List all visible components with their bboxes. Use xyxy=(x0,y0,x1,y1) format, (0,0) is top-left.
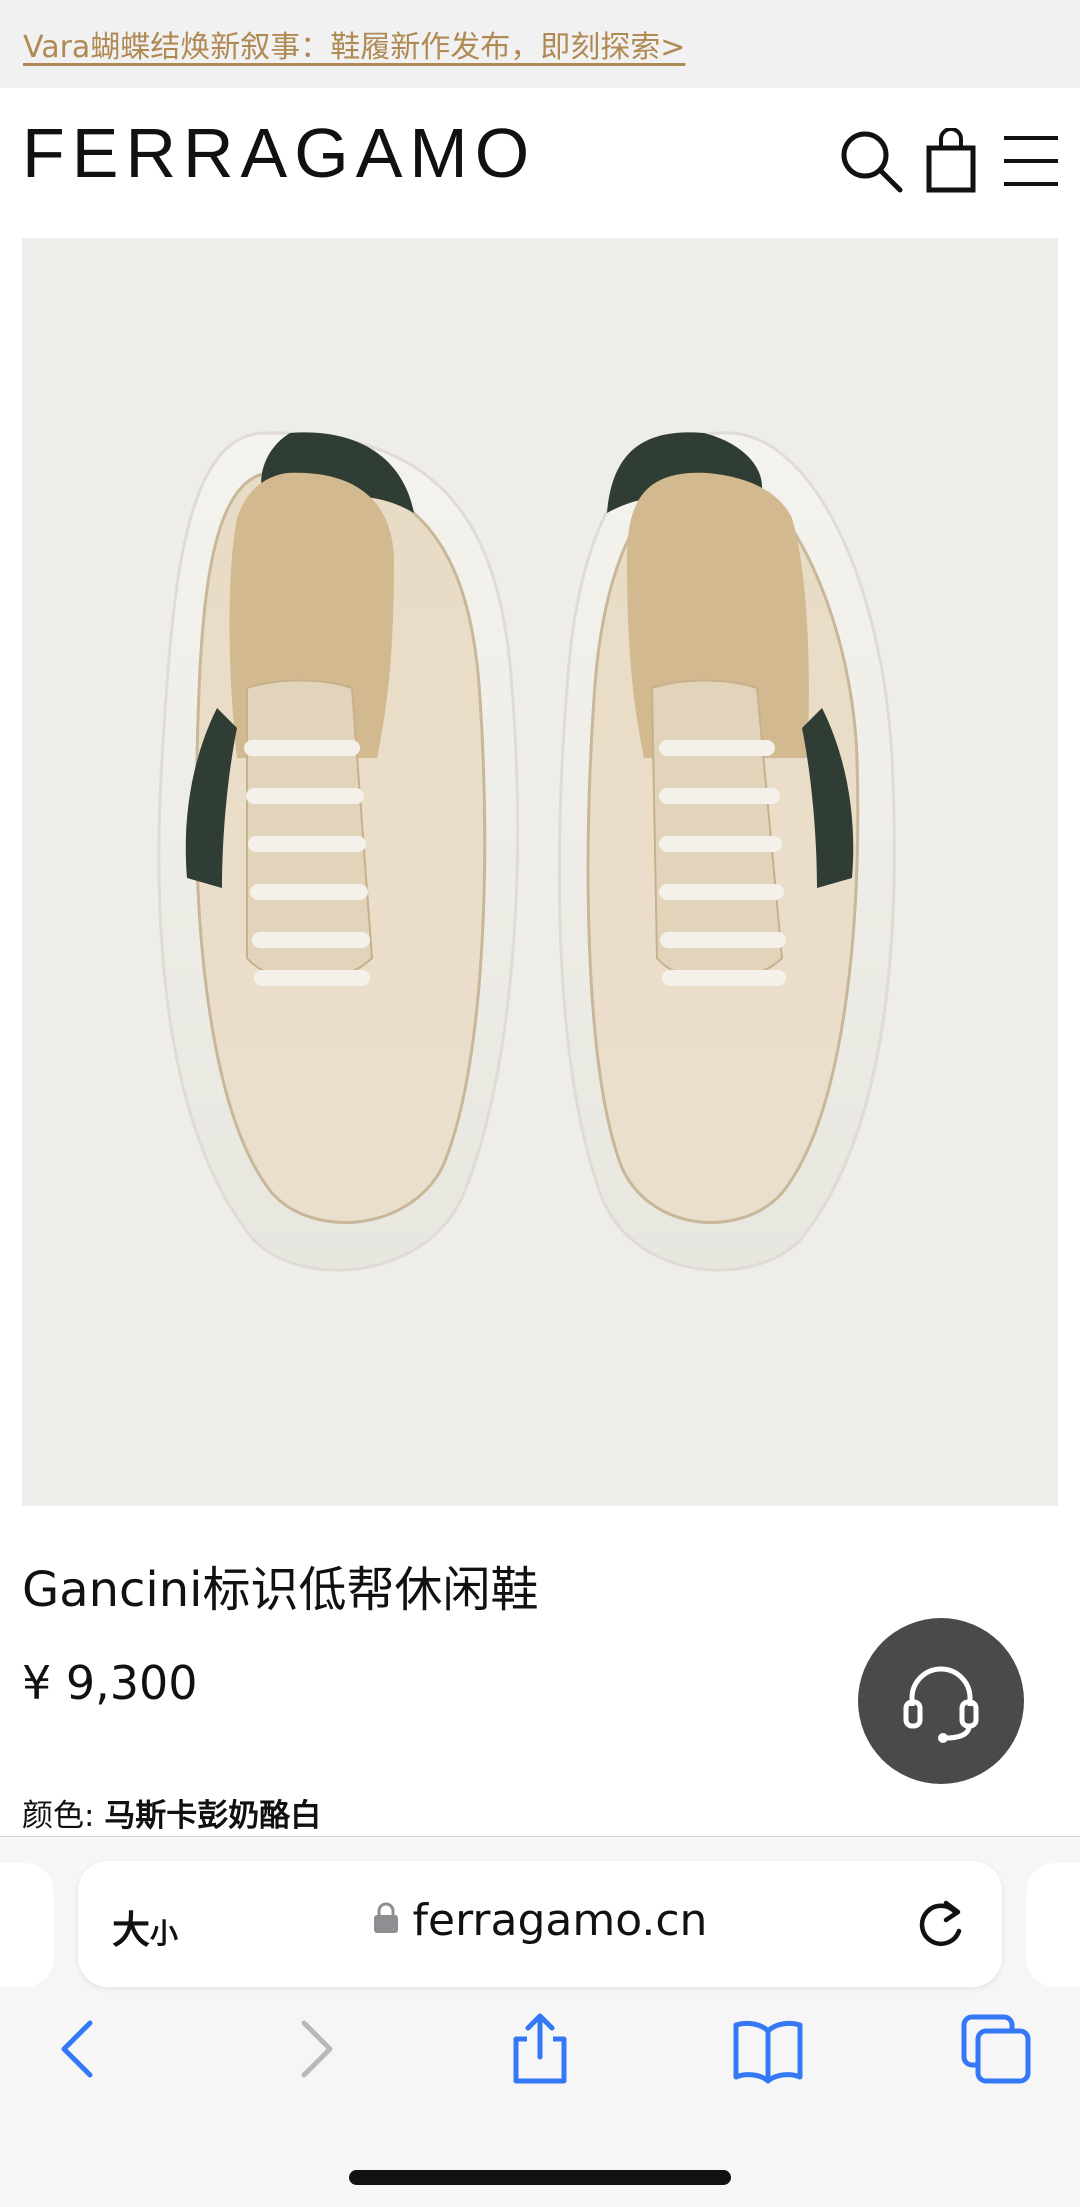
product-image-gallery[interactable] xyxy=(22,238,1058,1506)
shoe-pair-image xyxy=(157,431,896,1272)
bookmarks-icon[interactable] xyxy=(730,2011,806,2087)
promo-banner: Vara蝴蝶结焕新叙事：鞋履新作发布，即刻探索> xyxy=(0,0,1080,88)
site-header: FERRAGAMO xyxy=(0,88,1080,238)
color-value: 马斯卡彭奶酪白 xyxy=(104,1798,322,1834)
tabs-icon[interactable] xyxy=(958,2011,1034,2087)
right-shoe xyxy=(557,431,896,1272)
reload-icon[interactable] xyxy=(916,1897,966,1951)
lock-icon xyxy=(373,1894,399,1945)
brand-logo[interactable]: FERRAGAMO xyxy=(22,118,536,188)
product-price: ¥ 9,300 xyxy=(22,1656,198,1710)
search-icon[interactable] xyxy=(838,128,904,194)
color-row: 颜色: 马斯卡彭奶酪白 xyxy=(22,1790,321,1835)
url-display[interactable]: ferragamo.cn xyxy=(78,1895,1002,1949)
browser-toolbar: 大小 ferragamo.cn xyxy=(0,1836,1080,2207)
address-bar[interactable]: 大小 ferragamo.cn xyxy=(78,1861,1002,1987)
next-tab-preview[interactable] xyxy=(1026,1863,1080,1987)
menu-icon[interactable] xyxy=(998,128,1064,194)
back-icon[interactable] xyxy=(42,2011,118,2087)
left-shoe xyxy=(157,431,520,1272)
previous-tab-preview[interactable] xyxy=(0,1863,54,1987)
color-label: 颜色: xyxy=(22,1798,95,1834)
home-indicator[interactable] xyxy=(349,2170,731,2185)
headset-icon xyxy=(903,1666,979,1743)
promo-link[interactable]: Vara蝴蝶结焕新叙事：鞋履新作发布，即刻探索> xyxy=(23,22,685,66)
product-title: Gancini标识低帮休闲鞋 xyxy=(22,1562,539,1618)
share-icon[interactable] xyxy=(502,2011,578,2087)
shopping-bag-icon[interactable] xyxy=(920,127,986,194)
customer-service-button[interactable] xyxy=(858,1618,1024,1784)
domain-text: ferragamo.cn xyxy=(412,1895,708,1946)
page: Vara蝴蝶结焕新叙事：鞋履新作发布，即刻探索> FERRAGAMO Ganci… xyxy=(0,0,1080,2207)
forward-icon[interactable] xyxy=(276,2011,352,2087)
